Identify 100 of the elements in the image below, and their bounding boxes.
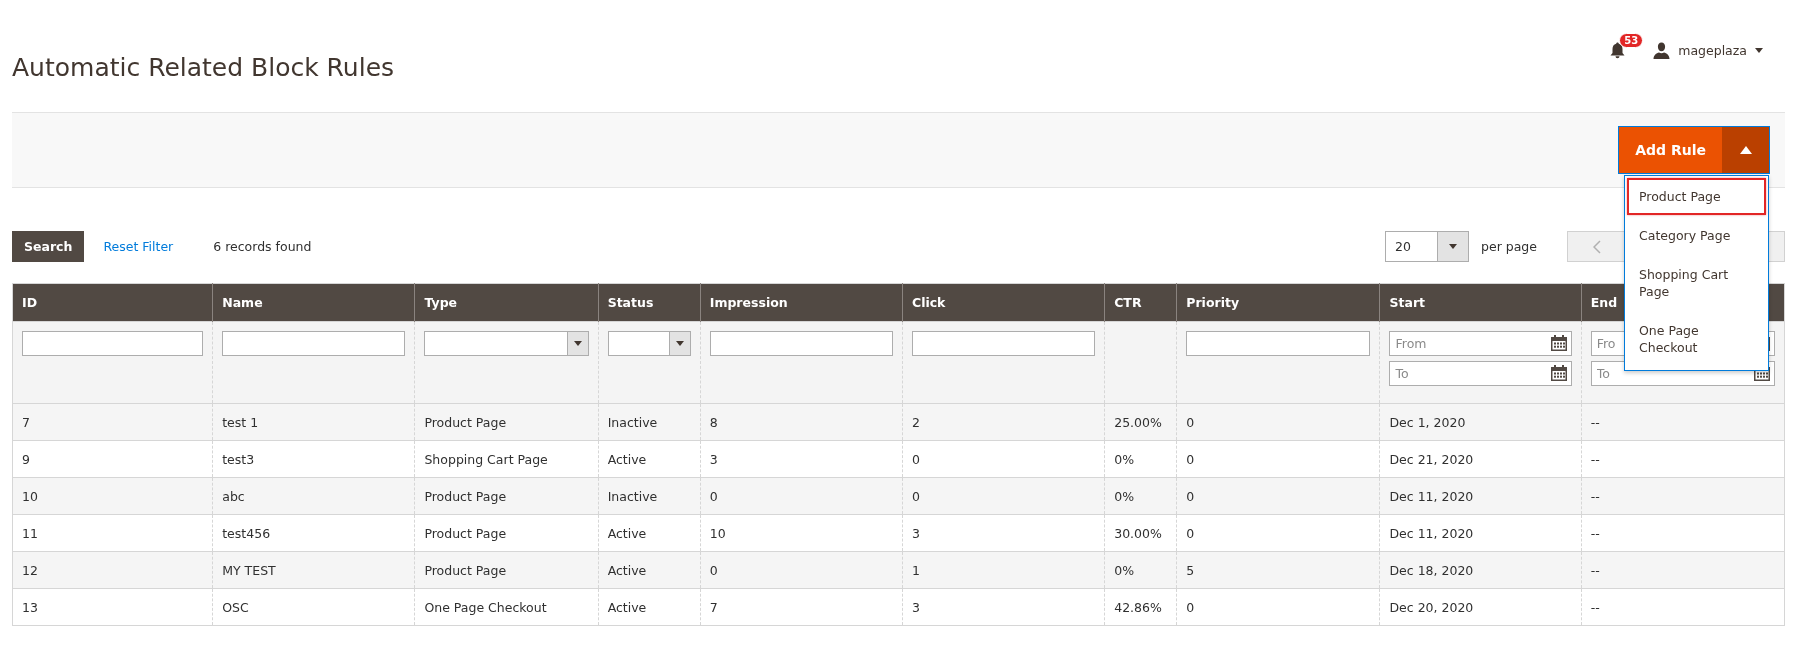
table-cell: 30.00% <box>1104 514 1177 552</box>
table-cell: 0 <box>902 477 1105 515</box>
table-cell: Inactive <box>598 477 701 515</box>
table-cell: -- <box>1581 551 1785 589</box>
table-cell: test456 <box>212 514 415 552</box>
caret-icon <box>1739 146 1752 154</box>
table-cell: Product Page <box>414 551 599 589</box>
table-cell: 0 <box>700 551 903 589</box>
table-cell: 9 <box>12 440 213 478</box>
table-cell: MY TEST <box>212 551 415 589</box>
table-cell: 0 <box>1176 588 1380 626</box>
table-cell: Product Page <box>414 477 599 515</box>
table-cell: 0 <box>1176 403 1380 441</box>
input-field[interactable] <box>222 331 406 356</box>
table-cell: Active <box>598 514 701 552</box>
table-cell: Dec 1, 2020 <box>1380 403 1582 441</box>
table-cell: Active <box>598 551 701 589</box>
previous-page-button[interactable] <box>1567 231 1627 262</box>
input-field[interactable] <box>911 331 1096 356</box>
table-cell: Active <box>598 440 701 478</box>
table-cell: -- <box>1581 477 1785 515</box>
caret-icon <box>573 341 582 346</box>
input-field[interactable] <box>709 331 893 356</box>
table-cell: OSC <box>212 588 415 626</box>
table-cell: Product Page <box>414 514 599 552</box>
table-cell: 2 <box>902 403 1105 441</box>
table-cell: abc <box>212 477 415 515</box>
table-cell: test3 <box>212 440 415 478</box>
table-cell: 0 <box>1176 440 1380 478</box>
column-header[interactable]: Name <box>212 283 415 322</box>
notification-badge: 53 <box>1619 33 1644 48</box>
table-cell: 1 <box>902 551 1105 589</box>
table-cell: 5 <box>1176 551 1380 589</box>
table-cell: 42.86% <box>1104 588 1177 626</box>
column-header[interactable]: Click <box>902 283 1105 322</box>
column-header[interactable]: Impression <box>700 283 903 322</box>
table-cell: Dec 11, 2020 <box>1380 514 1582 552</box>
table-cell: 0 <box>1176 477 1380 515</box>
user-name[interactable]: mageplaza <box>1678 43 1747 58</box>
chevron-left-icon <box>1593 239 1601 254</box>
table-cell: 3 <box>700 440 903 478</box>
table-cell: 7 <box>12 403 213 441</box>
bell-icon[interactable] <box>1610 42 1626 59</box>
table-cell: 0% <box>1104 440 1177 478</box>
table-cell: Dec 11, 2020 <box>1380 477 1582 515</box>
table-cell: 0 <box>902 440 1105 478</box>
caret-icon[interactable] <box>1755 48 1763 53</box>
table-cell: 13 <box>12 588 213 626</box>
menu-item[interactable]: Shopping Cart Page <box>1627 256 1766 310</box>
table-cell: 7 <box>700 588 903 626</box>
column-header[interactable]: CTR <box>1104 283 1177 322</box>
table-cell: 0 <box>1176 514 1380 552</box>
table-cell: -- <box>1581 403 1785 441</box>
table-cell: Active <box>598 588 701 626</box>
table-cell: 25.00% <box>1104 403 1177 441</box>
table-cell: 11 <box>12 514 213 552</box>
reset-filter-link[interactable]: Reset Filter <box>103 239 174 254</box>
per-page-label: per page <box>1481 239 1537 254</box>
table-cell: -- <box>1581 440 1785 478</box>
table-cell: Dec 20, 2020 <box>1380 588 1582 626</box>
date-field[interactable]: From <box>1389 331 1572 356</box>
page-title: Automatic Related Block Rules <box>12 53 395 82</box>
table-cell: 8 <box>700 403 903 441</box>
table-cell: 10 <box>700 514 903 552</box>
table-cell: 0% <box>1104 551 1177 589</box>
menu-item[interactable]: Category Page <box>1627 217 1766 254</box>
column-header[interactable]: Start <box>1380 283 1582 322</box>
table-cell: -- <box>1581 588 1785 626</box>
select-field[interactable] <box>607 331 691 356</box>
input-field[interactable] <box>1186 331 1371 356</box>
user-icon[interactable] <box>1653 42 1671 59</box>
column-header[interactable]: Status <box>598 283 701 322</box>
table-cell: -- <box>1581 514 1785 552</box>
table-cell: test 1 <box>212 403 415 441</box>
caret-icon <box>675 341 684 346</box>
table-cell: 10 <box>12 477 213 515</box>
menu-item[interactable]: Product Page <box>1627 178 1766 215</box>
page-size-select[interactable]: 20 <box>1385 231 1470 262</box>
table-cell: 3 <box>902 514 1105 552</box>
table-cell: 3 <box>902 588 1105 626</box>
column-header[interactable]: Priority <box>1176 283 1380 322</box>
dropdown-toggle-button[interactable] <box>1722 127 1769 173</box>
table-cell: One Page Checkout <box>414 588 599 626</box>
column-header[interactable]: ID <box>12 283 213 322</box>
records-count: 6 records found <box>213 239 312 254</box>
table-cell: Dec 18, 2020 <box>1380 551 1582 589</box>
table-cell: 12 <box>12 551 213 589</box>
table-cell: Inactive <box>598 403 701 441</box>
select-field[interactable] <box>424 331 589 356</box>
table-cell: 0 <box>700 477 903 515</box>
column-header[interactable]: Type <box>414 283 599 322</box>
table-cell: Shopping Cart Page <box>414 440 599 478</box>
table-cell: 0% <box>1104 477 1177 515</box>
table-cell: Dec 21, 2020 <box>1380 440 1582 478</box>
input-field[interactable] <box>22 331 204 356</box>
caret-icon <box>1449 244 1458 249</box>
search-button[interactable]: Search <box>12 231 85 262</box>
table-cell: Product Page <box>414 403 599 441</box>
date-field[interactable]: To <box>1389 361 1572 386</box>
add-rule-button[interactable]: Add Rule <box>1619 127 1722 173</box>
